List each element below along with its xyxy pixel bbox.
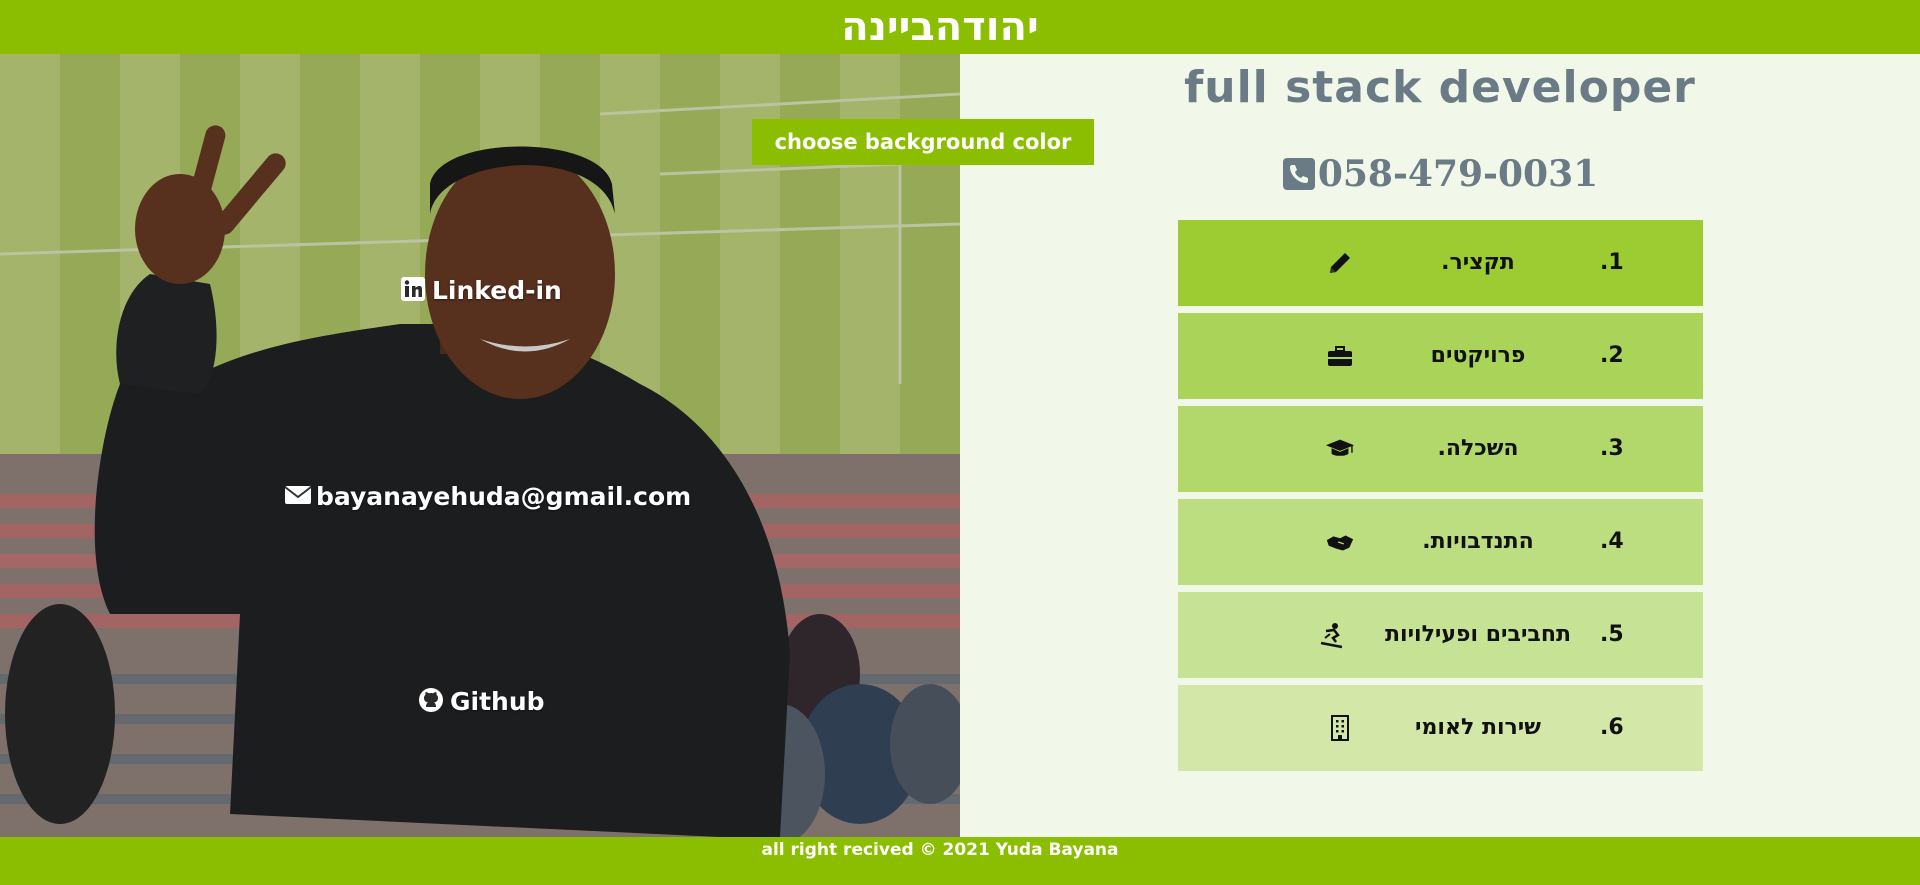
menu-item-hobbies[interactable]: .5 תחביבים ופעילויות [1178,592,1703,678]
menu-item-number: .4 [1600,529,1624,554]
email-label: bayanayehuda@gmail.com [316,482,692,511]
menu-item-number: .2 [1600,343,1624,368]
menu-item-label: תחביבים ופעילויות [1385,622,1571,647]
github-label: Github [450,687,545,716]
menu-item-projects[interactable]: .2 פרויקטים [1178,313,1703,399]
menu-item-national-service[interactable]: .6 שירות לאומי [1178,685,1703,771]
menu-item-number: .6 [1600,715,1624,740]
menu-item-label: שירות לאומי [1415,715,1541,740]
footer-bar: all right recived © 2021 Yuda Bayana [0,837,1920,885]
github-link[interactable]: Github [418,687,545,716]
phone-number[interactable]: 058-479-0031 [1000,153,1880,195]
menu-item-label: פרויקטים [1430,343,1526,368]
menu-item-number: .5 [1600,622,1624,647]
menu-item-label: תקציר. [1441,250,1515,275]
menu-item-label: התנדבויות. [1422,529,1534,554]
phone-label: 058-479-0031 [1317,153,1599,195]
github-icon [418,688,444,715]
handshake-icon [1325,527,1355,557]
menu-item-label: השכלה. [1437,436,1519,461]
email-link[interactable]: bayanayehuda@gmail.com [284,482,691,511]
menu-item-number: .3 [1600,436,1624,461]
phone-icon [1282,157,1316,191]
choose-background-color-button[interactable]: choose background color [752,119,1094,165]
stadium-photo-illustration [0,54,960,837]
menu-item-summary[interactable]: .1 תקציר. [1178,220,1703,306]
pencil-icon [1325,248,1355,278]
profile-photo: Linked-in bayanayehuda@gmail.com Github [0,54,960,837]
linkedin-icon [400,277,426,304]
page-title: יהודהביינה [841,4,1039,50]
linkedin-label: Linked-in [432,276,562,305]
building-icon [1325,713,1355,743]
menu-item-number: .1 [1600,250,1624,275]
section-menu: .1 תקציר. .2 פרויקטים .3 השכלה. .4 התנדב… [1178,220,1703,778]
menu-item-education[interactable]: .3 השכלה. [1178,406,1703,492]
menu-item-volunteering[interactable]: .4 התנדבויות. [1178,499,1703,585]
graduation-cap-icon [1325,434,1355,464]
envelope-icon [284,484,312,510]
briefcase-icon [1325,341,1355,371]
snowboarding-icon [1317,620,1347,650]
role-title: full stack developer [1184,62,1696,113]
linkedin-link[interactable]: Linked-in [400,276,562,305]
header-bar: יהודהביינה [0,0,1920,54]
copyright-text: all right recived © 2021 Yuda Bayana [761,840,1119,860]
